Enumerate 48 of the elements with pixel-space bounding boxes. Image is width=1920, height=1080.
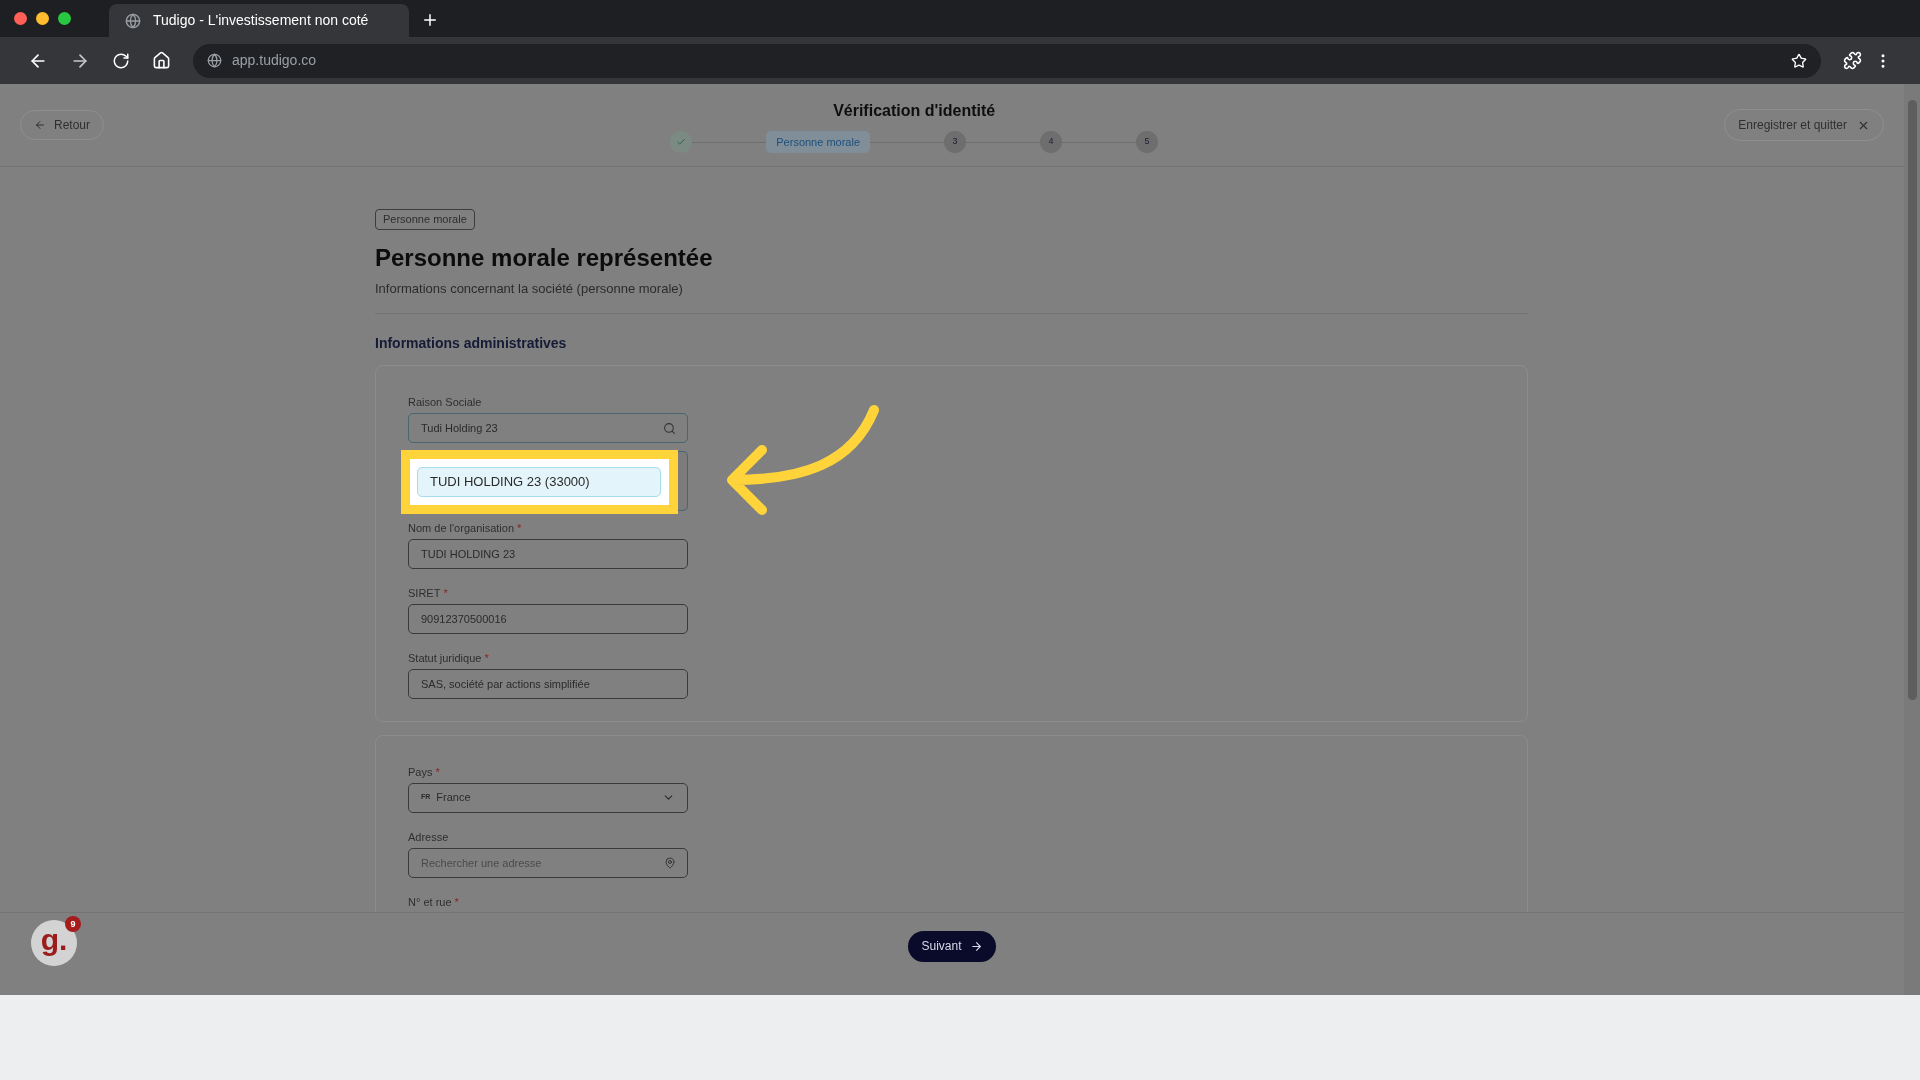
minimize-window-icon[interactable] — [36, 12, 49, 25]
page-title: Vérification d'identité — [833, 101, 996, 121]
globe-icon — [207, 53, 222, 68]
step-number: 3 — [944, 131, 967, 153]
select-value: France — [436, 790, 472, 806]
field-label: N° et rue — [408, 894, 452, 909]
dropdown-option[interactable]: TUDI HOLDING 23 (33000) — [417, 466, 661, 497]
new-tab-icon[interactable] — [421, 11, 439, 29]
next-button[interactable]: Suivant — [908, 930, 996, 962]
page-heading: Personne morale représentée — [375, 243, 714, 273]
arrow-left-icon — [34, 119, 46, 131]
step-number: 4 — [1040, 131, 1063, 153]
bookmark-star-icon[interactable] — [1791, 52, 1807, 69]
search-field[interactable]: Tudi Holding 23 — [408, 412, 688, 443]
step-current: Personne morale — [766, 131, 871, 153]
required-mark: * — [484, 650, 489, 665]
notification-badge: 9 — [65, 916, 81, 932]
section-title: Informations administratives — [375, 333, 568, 353]
close-window-icon[interactable] — [14, 12, 27, 25]
browser-tab[interactable]: Tudigo - L'investissement non coté — [109, 4, 409, 37]
text-field[interactable]: SAS, société par actions simplifiée — [408, 668, 688, 699]
field-label: Statut juridique — [408, 650, 482, 665]
page-subtitle: Informations concernant la société (personne morale) — [375, 280, 684, 298]
required-mark: * — [454, 894, 459, 909]
text-field[interactable]: TUDI HOLDING 23 — [408, 538, 688, 569]
check-icon — [676, 137, 687, 147]
map-pin-icon — [664, 856, 676, 869]
scrollbar[interactable] — [1904, 84, 1920, 995]
extensions-icon[interactable] — [1843, 51, 1862, 70]
home-icon[interactable] — [152, 51, 171, 70]
required-mark: * — [443, 585, 448, 600]
search-icon — [663, 421, 676, 435]
field-label: Raison Sociale — [408, 394, 482, 409]
text-field[interactable]: 90912370500016 — [408, 603, 688, 634]
zoom-window-icon[interactable] — [58, 12, 71, 25]
required-mark: * — [435, 764, 440, 779]
category-badge: Personne morale — [375, 209, 475, 230]
field-label: Nom de l'organisation — [408, 520, 515, 535]
arrow-right-icon — [969, 939, 983, 953]
step-number: 5 — [1136, 131, 1159, 153]
field-label: Pays — [408, 764, 433, 779]
required-mark: * — [517, 520, 522, 535]
globe-icon — [125, 12, 141, 29]
reload-icon[interactable] — [112, 51, 130, 70]
field-label: Adresse — [408, 829, 449, 844]
field-label: SIRET — [408, 585, 441, 600]
address-bar[interactable]: app.tudigo.co — [193, 43, 1821, 78]
dropdown-scrollbar — [678, 450, 688, 511]
